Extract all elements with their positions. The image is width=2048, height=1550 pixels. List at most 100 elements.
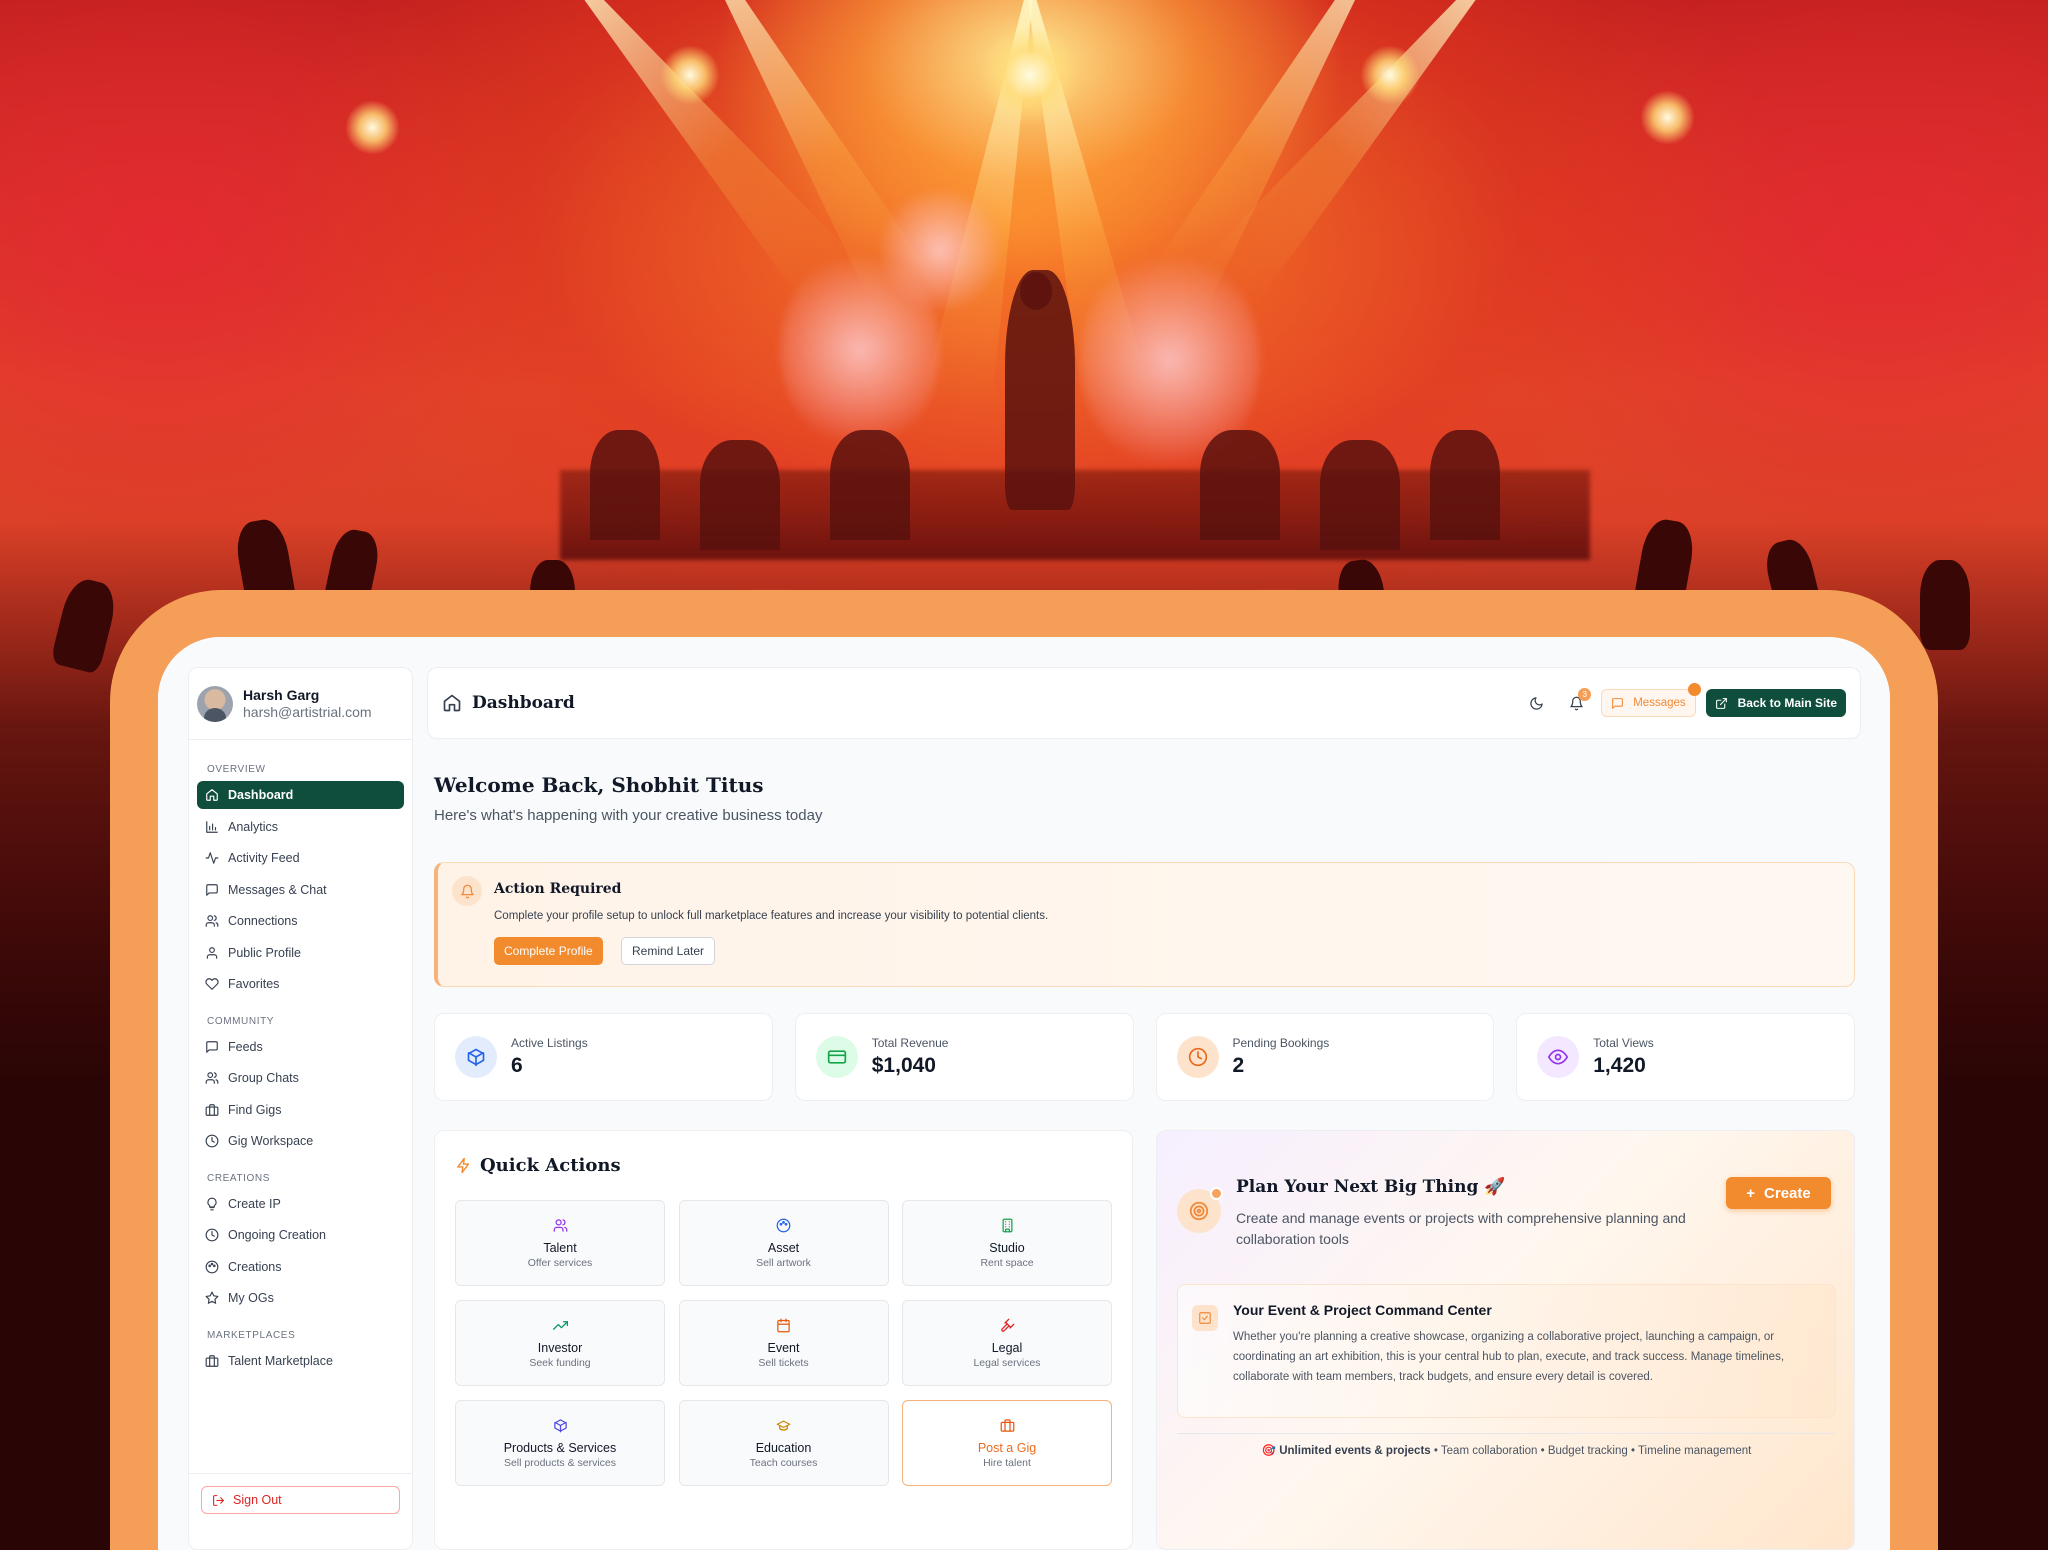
plan-next-big-thing-panel: Plan Your Next Big Thing 🚀 Create and ma… xyxy=(1156,1130,1855,1550)
quick-action-title: Talent xyxy=(543,1240,577,1255)
box-icon xyxy=(553,1418,567,1432)
building-icon xyxy=(1002,1218,1012,1232)
target-icon-circle xyxy=(1177,1187,1223,1233)
stat-card-pending-bookings[interactable]: Pending Bookings 2 xyxy=(1155,1013,1495,1101)
eye-icon xyxy=(1548,1049,1569,1065)
welcome-section: Welcome Back, Shobhit Titus Here's what'… xyxy=(434,773,822,824)
quick-action-subtitle: Offer services xyxy=(527,1256,593,1269)
sidebar-item-find-gigs[interactable]: Find Gigs xyxy=(197,1096,404,1124)
activity-icon xyxy=(205,852,219,864)
back-to-main-site-button[interactable]: Back to Main Site xyxy=(1705,689,1846,717)
stat-value: 6 xyxy=(511,1054,523,1077)
user-name: Harsh Garg xyxy=(243,687,320,703)
plus-icon: + xyxy=(1746,1184,1756,1202)
action-required-banner: Action Required Complete your profile se… xyxy=(434,862,1855,987)
stats-row: Active Listings 6 Total Revenue $1,040 Pendi… xyxy=(434,1013,1855,1101)
quick-action-title: Event xyxy=(767,1340,800,1355)
quick-action-subtitle: Sell tickets xyxy=(758,1356,809,1369)
message-icon xyxy=(206,883,218,896)
theme-toggle-button[interactable] xyxy=(1521,688,1551,718)
sidebar-item-connections[interactable]: Connections xyxy=(197,907,404,935)
quick-actions-title-text: Quick Actions xyxy=(480,1155,621,1176)
user-profile[interactable]: Harsh Garg harsh@artistrial.com xyxy=(189,668,412,740)
sign-out-area: Sign Out xyxy=(189,1473,412,1549)
quick-action-education[interactable]: Education Teach courses xyxy=(678,1400,889,1486)
quick-actions-panel: Quick Actions Talent Offer services Asset S… xyxy=(434,1130,1133,1550)
quick-action-post-a-gig[interactable]: Post a Gig Hire talent xyxy=(902,1400,1112,1486)
sidebar-item-analytics[interactable]: Analytics xyxy=(197,813,404,841)
sidebar-item-my-ogs[interactable]: My OGs xyxy=(197,1284,404,1312)
page-title: Dashboard xyxy=(442,693,575,713)
features-highlight: Unlimited events & projects xyxy=(1279,1445,1431,1457)
graduation-cap-icon xyxy=(776,1420,791,1431)
message-icon xyxy=(1612,697,1624,709)
briefcase-icon xyxy=(205,1103,219,1116)
quick-action-subtitle: Sell artwork xyxy=(756,1256,811,1269)
sidebar-item-label: Activity Feed xyxy=(228,851,300,865)
quick-action-products-and-services[interactable]: Products & Services Sell products & servi… xyxy=(455,1400,665,1486)
top-bar: Dashboard 3 Messages Back to Main Site xyxy=(427,667,1861,739)
unread-dot xyxy=(1687,683,1701,696)
nav-section-marketplaces: MARKETPLACES xyxy=(207,1329,296,1341)
sidebar-item-messages-and-chat[interactable]: Messages & Chat xyxy=(197,876,404,904)
back-to-main-site-label: Back to Main Site xyxy=(1737,696,1837,710)
remind-later-button[interactable]: Remind Later xyxy=(621,937,716,965)
heart-icon xyxy=(205,978,219,990)
dart-icon: 🎯 xyxy=(1261,1445,1277,1457)
sidebar-item-public-profile[interactable]: Public Profile xyxy=(197,939,404,967)
action-required-title: Action Required xyxy=(494,881,622,897)
quick-action-legal[interactable]: Legal Legal services xyxy=(902,1300,1112,1386)
home-icon xyxy=(443,694,461,712)
sidebar-item-label: Talent Marketplace xyxy=(228,1353,333,1368)
sidebar-item-label: Connections xyxy=(228,914,298,928)
briefcase-icon xyxy=(1000,1418,1014,1432)
sidebar-item-group-chats[interactable]: Group Chats xyxy=(197,1064,404,1092)
complete-profile-button[interactable]: Complete Profile xyxy=(494,937,603,965)
checklist-icon xyxy=(1199,1312,1211,1324)
sidebar-item-activity-feed[interactable]: Activity Feed xyxy=(197,844,404,872)
stat-card-total-views[interactable]: Total Views 1,420 xyxy=(1516,1013,1855,1101)
sidebar-item-feeds[interactable]: Feeds xyxy=(197,1033,404,1061)
sign-out-button[interactable]: Sign Out xyxy=(201,1486,400,1514)
palette-icon xyxy=(776,1218,791,1232)
clock-icon xyxy=(205,1228,219,1242)
stat-value: 2 xyxy=(1232,1054,1245,1077)
user-icon xyxy=(206,946,218,959)
quick-action-title: Legal xyxy=(991,1340,1023,1355)
user-email: harsh@artistrial.com xyxy=(243,704,372,720)
nav-section-community: COMMUNITY xyxy=(207,1015,275,1027)
command-center-card: Your Event & Project Command Center Whet… xyxy=(1177,1284,1836,1418)
checklist-icon-box xyxy=(1192,1305,1218,1331)
messages-button[interactable]: Messages xyxy=(1601,683,1701,717)
command-center-text: Whether you're planning a creative showc… xyxy=(1233,1331,1785,1383)
stat-label: Total Revenue xyxy=(871,1036,949,1050)
welcome-title: Welcome Back, Shobhit Titus xyxy=(434,773,764,797)
welcome-subtitle: Here's what's happening with your creati… xyxy=(434,807,823,824)
notifications-button[interactable]: 3 xyxy=(1561,688,1592,718)
sidebar-item-ongoing-creation[interactable]: Ongoing Creation xyxy=(197,1221,404,1249)
quick-action-talent[interactable]: Talent Offer services xyxy=(455,1200,665,1286)
sidebar-item-label: Messages & Chat xyxy=(228,882,327,897)
trending-up-icon xyxy=(552,1320,568,1330)
quick-action-subtitle: Teach courses xyxy=(749,1456,818,1469)
sidebar-item-create-ip[interactable]: Create IP xyxy=(197,1190,404,1218)
plan-title: Plan Your Next Big Thing 🚀 xyxy=(1236,1177,1506,1197)
clock-icon xyxy=(205,1134,219,1148)
indicator-dot xyxy=(1210,1187,1223,1200)
create-label: Create xyxy=(1764,1184,1811,1202)
quick-action-studio[interactable]: Studio Rent space xyxy=(902,1200,1112,1286)
sidebar-item-favorites[interactable]: Favorites xyxy=(197,970,404,998)
sidebar-item-dashboard[interactable]: Dashboard xyxy=(197,781,404,809)
sidebar-item-gig-workspace[interactable]: Gig Workspace xyxy=(197,1127,404,1155)
quick-action-investor[interactable]: Investor Seek funding xyxy=(455,1300,665,1386)
stat-card-total-revenue[interactable]: Total Revenue $1,040 xyxy=(794,1013,1134,1101)
stat-icon-circle xyxy=(1176,1036,1219,1078)
quick-action-asset[interactable]: Asset Sell artwork xyxy=(678,1200,889,1286)
box-icon xyxy=(467,1048,485,1067)
quick-action-title: Post a Gig xyxy=(977,1440,1037,1455)
stat-card-active-listings[interactable]: Active Listings 6 xyxy=(434,1013,773,1101)
sidebar-item-talent-marketplace[interactable]: Talent Marketplace xyxy=(197,1347,404,1375)
sidebar-item-creations[interactable]: Creations xyxy=(197,1253,404,1281)
quick-action-event[interactable]: Event Sell tickets xyxy=(678,1300,889,1386)
create-button[interactable]: + Create xyxy=(1726,1177,1831,1209)
